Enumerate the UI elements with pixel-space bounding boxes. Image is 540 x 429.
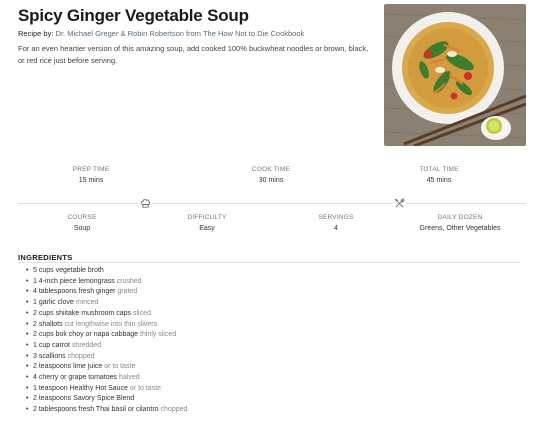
- ingredient-note: crushed: [116, 277, 142, 285]
- daily-dozen-label: DAILY DOZEN: [437, 214, 483, 221]
- prep-time-label: PREP TIME: [72, 166, 110, 173]
- ingredient-text: 2 cups bok choy or napa cabbage: [33, 331, 139, 339]
- chef-hat-icon: [138, 196, 152, 210]
- ingredient-note: thinly sliced: [140, 331, 177, 339]
- bullet-icon: •: [26, 320, 29, 328]
- course-value: Soup: [73, 225, 91, 232]
- utensils-icon: [392, 196, 406, 210]
- difficulty-value: Easy: [199, 225, 215, 232]
- ingredient-text: 2 tablespoons fresh Thai basil or cilant…: [33, 406, 159, 414]
- bullet-icon: •: [26, 309, 29, 317]
- ingredient-text: 1 4-inch piece lemongrass: [33, 277, 115, 285]
- ingredient-note: sliced: [133, 309, 151, 317]
- total-time-value: 45 mins: [426, 177, 452, 184]
- ingredient-note: or to taste: [104, 363, 136, 371]
- difficulty-label: DIFFICULTY: [187, 214, 227, 221]
- total-time: TOTAL TIME 45 mins: [384, 166, 494, 184]
- servings-label: SERVINGS: [318, 214, 354, 221]
- prep-time: PREP TIME 15 mins: [36, 166, 146, 184]
- prep-time-value: 15 mins: [78, 177, 104, 184]
- bullet-icon: •: [26, 331, 29, 339]
- servings: SERVINGS 4: [276, 214, 396, 232]
- ingredient-text: 1 garlic clove: [33, 299, 74, 307]
- ingredient-text: 2 shallots: [33, 320, 63, 328]
- ingredient-note: cut lengthwise into thin slivers: [64, 320, 158, 328]
- ingredient-note: minced: [75, 299, 99, 307]
- recipe-byline: Recipe by: Dr. Michael Greger & Robin Ro…: [18, 29, 304, 38]
- ingredient-text: 1 teaspoon Healthy Hot Sauce: [33, 384, 128, 392]
- ingredient-text: 2 teaspoons lime juice: [33, 363, 103, 371]
- time-summary: PREP TIME 15 mins COOK TIME 30 mins TOTA…: [18, 166, 526, 188]
- cook-time: COOK TIME 30 mins: [216, 166, 326, 184]
- bullet-icon: •: [26, 299, 29, 307]
- cook-time-label: COOK TIME: [251, 166, 291, 173]
- byline-authors[interactable]: Dr. Michael Greger & Robin Robertson fro…: [56, 29, 305, 38]
- bullet-icon: •: [26, 288, 29, 296]
- cook-time-value: 30 mins: [258, 177, 284, 184]
- daily-dozen: DAILY DOZEN Greens, Other Vegetables: [400, 214, 520, 232]
- ingredient-item: • 5 cups vegetable broth: [26, 266, 187, 277]
- recipe-description: For an even heartier version of this ama…: [18, 44, 369, 65]
- ingredient-text: 2 cups shiitake mushroom caps: [33, 309, 132, 317]
- course: COURSE Soup: [22, 214, 142, 232]
- ingredient-item: • 4 tablespoons fresh ginger grated: [26, 287, 187, 298]
- ingredient-text: 1 cup carrot: [33, 341, 70, 349]
- bullet-icon: •: [26, 374, 29, 382]
- ingredient-item: • 2 teaspoons Savory Spice Blend: [26, 394, 187, 405]
- ingredient-text: 4 tablespoons fresh ginger: [33, 288, 116, 296]
- ingredient-item: • 1 cup carrot shredded: [26, 341, 187, 352]
- recipe-photo: [384, 4, 526, 146]
- ingredient-item: • 2 shallots cut lengthwise into thin sli…: [26, 320, 187, 331]
- servings-value: 4: [334, 225, 338, 232]
- ingredient-item: • 2 teaspoons lime juice or to taste: [26, 362, 187, 373]
- bullet-icon: •: [26, 406, 29, 414]
- ingredient-item: • 1 teaspoon Healthy Hot Sauce or to tast…: [26, 384, 187, 395]
- ingredient-item: • 4 cherry or grape tomatoes halved: [26, 373, 187, 384]
- bullet-icon: •: [26, 341, 29, 349]
- ingredient-item: • 2 tablespoons fresh Thai basil or cilan…: [26, 405, 187, 416]
- recipe-meta: COURSE Soup DIFFICULTY Easy SERVINGS 4 D…: [18, 214, 526, 238]
- byline-label: Recipe by:: [18, 29, 54, 38]
- ingredients-heading: INGREDIENTS: [18, 253, 73, 262]
- bullet-icon: •: [26, 384, 29, 392]
- ingredient-item: • 1 garlic clove minced: [26, 298, 187, 309]
- section-divider: [18, 203, 526, 204]
- ingredient-note: or to taste: [129, 384, 162, 392]
- bullet-icon: •: [26, 395, 29, 403]
- ingredient-text: 5 cups vegetable broth: [33, 267, 104, 274]
- total-time-label: TOTAL TIME: [419, 166, 459, 173]
- ingredients-list: • 5 cups vegetable broth • 1 4-inch piece l…: [26, 266, 187, 416]
- ingredient-item: • 3 scallions chopped: [26, 352, 187, 363]
- ingredient-note: shredded: [71, 341, 102, 349]
- ingredient-item: • 1 4-inch piece lemongrass crushed: [26, 277, 187, 288]
- bullet-icon: •: [26, 267, 29, 274]
- ingredient-text: 4 cherry or grape tomatoes: [33, 374, 118, 382]
- recipe-title: Spicy Ginger Vegetable Soup: [18, 6, 249, 25]
- ingredient-note: halved: [119, 374, 140, 382]
- difficulty: DIFFICULTY Easy: [147, 214, 267, 232]
- bullet-icon: •: [26, 363, 29, 371]
- ingredient-text: 3 scallions: [33, 352, 66, 360]
- ingredient-note: chopped: [160, 406, 188, 414]
- ingredient-item: • 2 cups shiitake mushroom caps sliced: [26, 309, 187, 320]
- ingredient-text: 2 teaspoons Savory Spice Blend: [33, 395, 135, 403]
- course-label: COURSE: [67, 214, 97, 221]
- daily-dozen-value: Greens, Other Vegetables: [419, 225, 501, 232]
- ingredient-note: chopped: [67, 352, 95, 360]
- ingredients-rule: [18, 262, 520, 263]
- ingredient-item: • 2 cups bok choy or napa cabbage thinly …: [26, 330, 187, 341]
- bullet-icon: •: [26, 352, 29, 360]
- bullet-icon: •: [26, 277, 29, 285]
- ingredient-note: grated: [117, 288, 138, 296]
